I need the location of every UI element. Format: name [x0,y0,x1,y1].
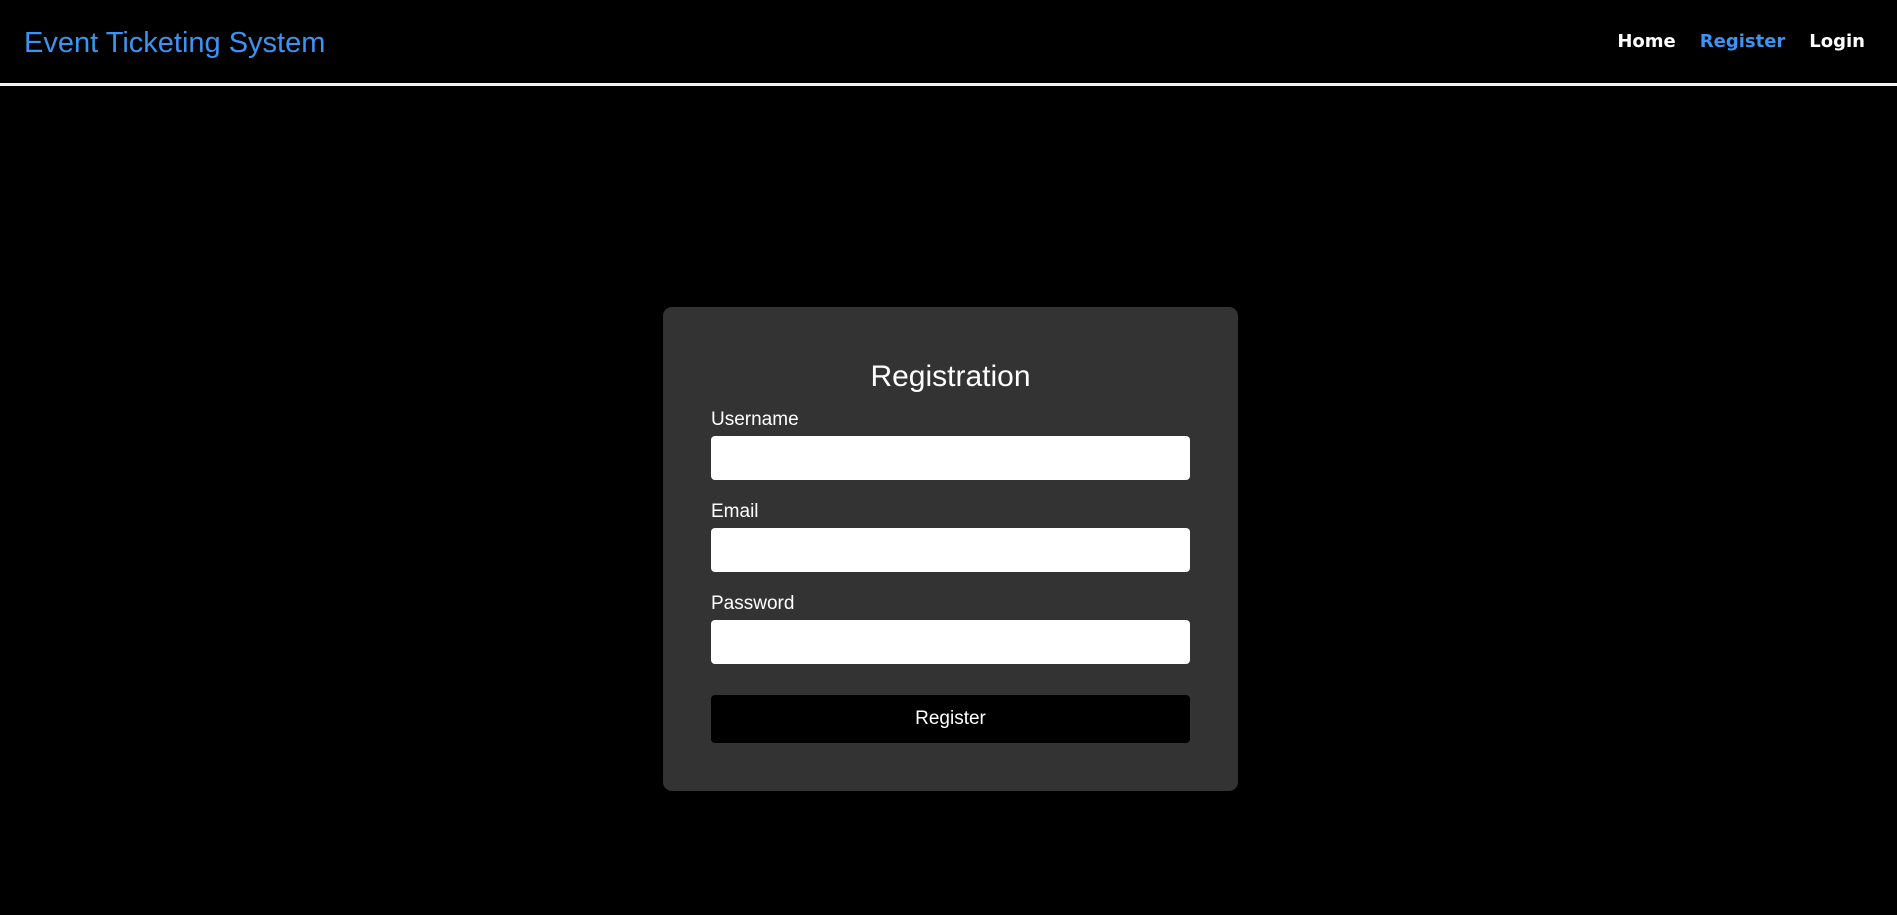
email-label: Email [711,501,759,522]
registration-card: Registration Username Email Password Reg… [663,307,1238,791]
password-input[interactable] [711,620,1190,664]
form-title: Registration [870,360,1031,393]
nav-link-register[interactable]: Register [1700,28,1786,56]
email-input[interactable] [711,528,1190,572]
site-brand[interactable]: Event Ticketing System [24,24,325,62]
register-button[interactable]: Register [711,695,1190,743]
nav-link-home[interactable]: Home [1617,28,1675,56]
username-label: Username [711,409,799,430]
password-label: Password [711,593,795,614]
username-input[interactable] [711,436,1190,480]
nav-links: Home Register Login [1617,28,1865,56]
top-navbar: Event Ticketing System Home Register Log… [0,0,1897,86]
nav-link-login[interactable]: Login [1809,28,1865,56]
